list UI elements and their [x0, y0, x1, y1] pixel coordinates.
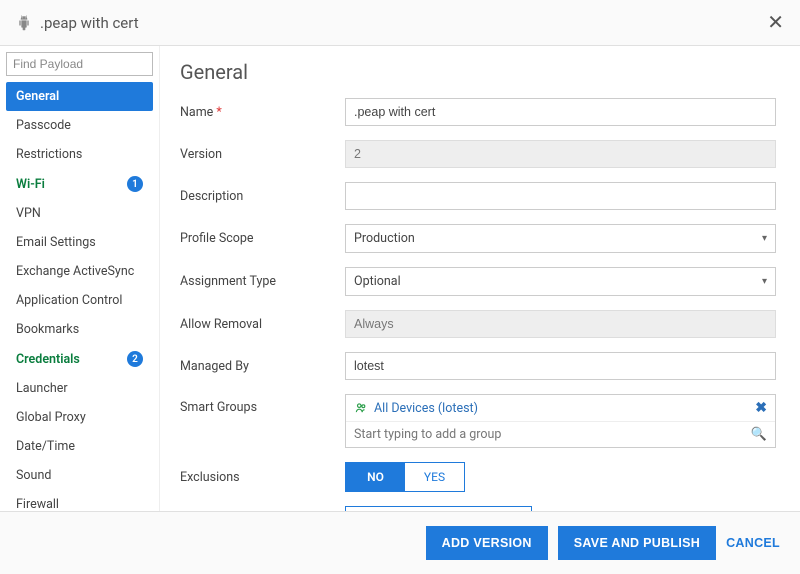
sidebar-item-label: Firewall — [16, 497, 59, 511]
smart-group-chip: All Devices (lotest) ✖ — [346, 395, 775, 422]
label-managed-by: Managed By — [180, 359, 345, 374]
sidebar-item-label: Wi-Fi — [16, 177, 45, 192]
close-button[interactable]: ✕ — [767, 10, 784, 35]
sidebar-item-passcode[interactable]: Passcode — [6, 111, 153, 140]
name-input[interactable] — [345, 98, 776, 126]
sidebar-nav: General Passcode Restrictions Wi-Fi 1 VPN Emai… — [6, 82, 153, 511]
sidebar-item-launcher[interactable]: Launcher — [6, 374, 153, 403]
sidebar-item-vpn[interactable]: VPN — [6, 199, 153, 228]
sidebar-item-general[interactable]: General — [6, 82, 153, 111]
sidebar-item-label: Date/Time — [16, 439, 75, 454]
sidebar-item-label: Email Settings — [16, 235, 96, 250]
sidebar-item-wi-fi[interactable]: Wi-Fi 1 — [6, 169, 153, 199]
sidebar-item-credentials[interactable]: Credentials 2 — [6, 344, 153, 374]
add-version-button[interactable]: ADD VERSION — [426, 526, 548, 560]
row-managed-by: Managed By — [180, 352, 776, 380]
assign-value: Optional — [354, 274, 401, 289]
label-version: Version — [180, 147, 345, 162]
sidebar-item-firewall[interactable]: Firewall — [6, 490, 153, 511]
sidebar-item-label: General — [16, 89, 59, 104]
row-description: Description — [180, 182, 776, 210]
smart-group-placeholder: Start typing to add a group — [354, 427, 501, 442]
label-allow-removal: Allow Removal — [180, 317, 345, 332]
row-smart-groups: Smart Groups All Devices (lotest) ✖ Star… — [180, 394, 776, 448]
row-allow-removal: Allow Removal — [180, 310, 776, 338]
cancel-button[interactable]: CANCEL — [726, 536, 780, 550]
sidebar-item-label: Launcher — [16, 381, 68, 396]
remove-smart-group-button[interactable]: ✖ — [755, 400, 767, 416]
sidebar-item-label: Restrictions — [16, 147, 82, 162]
assign-type-select[interactable]: Optional ▾ — [345, 267, 776, 296]
sidebar-item-label: VPN — [16, 206, 41, 221]
sidebar-item-application-control[interactable]: Application Control — [6, 286, 153, 315]
row-exclusions: Exclusions NO YES — [180, 462, 776, 492]
row-scope: Profile Scope Production ▾ — [180, 224, 776, 253]
description-input[interactable] — [345, 182, 776, 210]
sidebar-item-bookmarks[interactable]: Bookmarks — [6, 315, 153, 344]
exclusions-no[interactable]: NO — [346, 463, 405, 491]
smart-group-add-row[interactable]: Start typing to add a group 🔍 — [346, 422, 775, 447]
row-view-assignment: VIEW DEVICE ASSIGNMENT — [180, 506, 776, 511]
row-assign-type: Assignment Type Optional ▾ — [180, 267, 776, 296]
row-name: Name * — [180, 98, 776, 126]
row-version: Version — [180, 140, 776, 168]
chevron-down-icon: ▾ — [762, 233, 767, 244]
view-device-assignment-button[interactable]: VIEW DEVICE ASSIGNMENT — [345, 506, 532, 511]
label-description: Description — [180, 189, 345, 204]
label-exclusions: Exclusions — [180, 470, 345, 485]
allow-removal-input — [345, 310, 776, 338]
group-icon — [354, 401, 368, 415]
sidebar-item-label: Global Proxy — [16, 410, 86, 425]
smart-group-label: All Devices (lotest) — [374, 401, 478, 416]
label-scope: Profile Scope — [180, 231, 345, 246]
save-and-publish-button[interactable]: SAVE AND PUBLISH — [558, 526, 716, 560]
main-panel: General Name * Version Description Profi… — [160, 46, 800, 511]
sidebar-item-label: Sound — [16, 468, 51, 483]
managed-by-input[interactable] — [345, 352, 776, 380]
modal-footer: ADD VERSION SAVE AND PUBLISH CANCEL — [0, 511, 800, 574]
sidebar-item-label: Exchange ActiveSync — [16, 264, 134, 279]
payload-search-input[interactable] — [6, 52, 153, 76]
sidebar-item-global-proxy[interactable]: Global Proxy — [6, 403, 153, 432]
sidebar-item-label: Bookmarks — [16, 322, 79, 337]
modal-title: .peap with cert — [40, 14, 139, 32]
sidebar-item-label: Credentials — [16, 352, 80, 367]
scope-value: Production — [354, 231, 415, 246]
sidebar-item-label: Passcode — [16, 118, 71, 133]
sidebar-item-sound[interactable]: Sound — [6, 461, 153, 490]
exclusions-toggle: NO YES — [345, 462, 465, 492]
smart-groups-box: All Devices (lotest) ✖ Start typing to a… — [345, 394, 776, 448]
sidebar-item-exchange-activesync[interactable]: Exchange ActiveSync — [6, 257, 153, 286]
version-input — [345, 140, 776, 168]
modal-header: .peap with cert ✕ — [0, 0, 800, 46]
section-title: General — [180, 60, 776, 84]
chevron-down-icon: ▾ — [762, 276, 767, 287]
label-smart-groups: Smart Groups — [180, 394, 345, 415]
modal-body: General Passcode Restrictions Wi-Fi 1 VPN Emai… — [0, 46, 800, 511]
scope-select[interactable]: Production ▾ — [345, 224, 776, 253]
sidebar-item-restrictions[interactable]: Restrictions — [6, 140, 153, 169]
label-name: Name * — [180, 105, 345, 120]
sidebar-item-label: Application Control — [16, 293, 122, 308]
sidebar-badge: 2 — [127, 351, 143, 367]
sidebar: General Passcode Restrictions Wi-Fi 1 VPN Emai… — [0, 46, 160, 511]
header-left: .peap with cert — [16, 14, 139, 32]
sidebar-item-email-settings[interactable]: Email Settings — [6, 228, 153, 257]
exclusions-yes[interactable]: YES — [405, 463, 464, 491]
search-icon: 🔍 — [751, 427, 767, 442]
sidebar-item-date-time[interactable]: Date/Time — [6, 432, 153, 461]
sidebar-badge: 1 — [127, 176, 143, 192]
label-assign-type: Assignment Type — [180, 274, 345, 289]
android-icon — [16, 15, 32, 31]
